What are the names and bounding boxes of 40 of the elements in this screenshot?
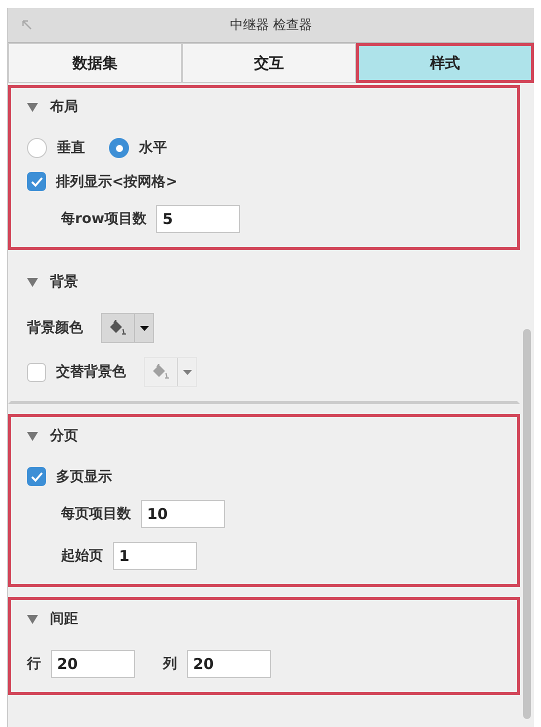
field-label: 每页项目数 — [61, 505, 131, 523]
field-label: 列 — [163, 655, 177, 673]
radio-button[interactable] — [109, 138, 129, 158]
scrollbar-thumb[interactable] — [523, 329, 531, 719]
field-label: 每row项目数 — [61, 210, 146, 228]
caret-icon — [182, 370, 192, 374]
section-title: 布局 — [50, 98, 78, 116]
checkbox-label: 排列显示<按网格> — [56, 172, 178, 190]
input-field[interactable]: 1 — [113, 542, 197, 570]
color-picker-button[interactable] — [101, 313, 154, 343]
tab[interactable]: 数据集 — [8, 43, 182, 83]
radio-button[interactable] — [27, 138, 47, 158]
paint-bucket-icon — [151, 364, 171, 380]
check-icon — [30, 472, 42, 482]
section-title: 分页 — [50, 427, 78, 445]
input-field[interactable]: 20 — [187, 650, 271, 678]
section-title: 背景 — [50, 273, 78, 291]
input-field[interactable]: 5 — [156, 205, 240, 233]
checkbox[interactable] — [27, 467, 46, 486]
field-label: 行 — [27, 655, 41, 673]
checkbox[interactable] — [27, 172, 46, 191]
checkbox-label: 多页显示 — [56, 468, 112, 486]
input-field[interactable]: 20 — [51, 650, 135, 678]
tab[interactable]: 样式 — [356, 43, 534, 83]
radio-label: 水平 — [139, 139, 167, 157]
field-label: 起始页 — [61, 547, 103, 565]
checkbox-label: 交替背景色 — [56, 363, 126, 381]
window-title: 中继器 检查器 — [230, 17, 312, 34]
input-field[interactable]: 10 — [141, 500, 225, 528]
disclosure-triangle-icon[interactable] — [27, 278, 38, 286]
radio-label: 垂直 — [57, 139, 85, 157]
disclosure-triangle-icon[interactable] — [27, 432, 38, 440]
disclosure-triangle-icon[interactable] — [27, 614, 38, 624]
section-title: 间距 — [50, 610, 78, 628]
paint-bucket-icon — [108, 320, 128, 336]
check-icon — [30, 176, 42, 186]
tab[interactable]: 交互 — [182, 43, 356, 83]
caret-icon — [140, 326, 148, 330]
field-label: 背景颜色 — [27, 319, 83, 337]
disclosure-triangle-icon[interactable] — [27, 102, 38, 112]
